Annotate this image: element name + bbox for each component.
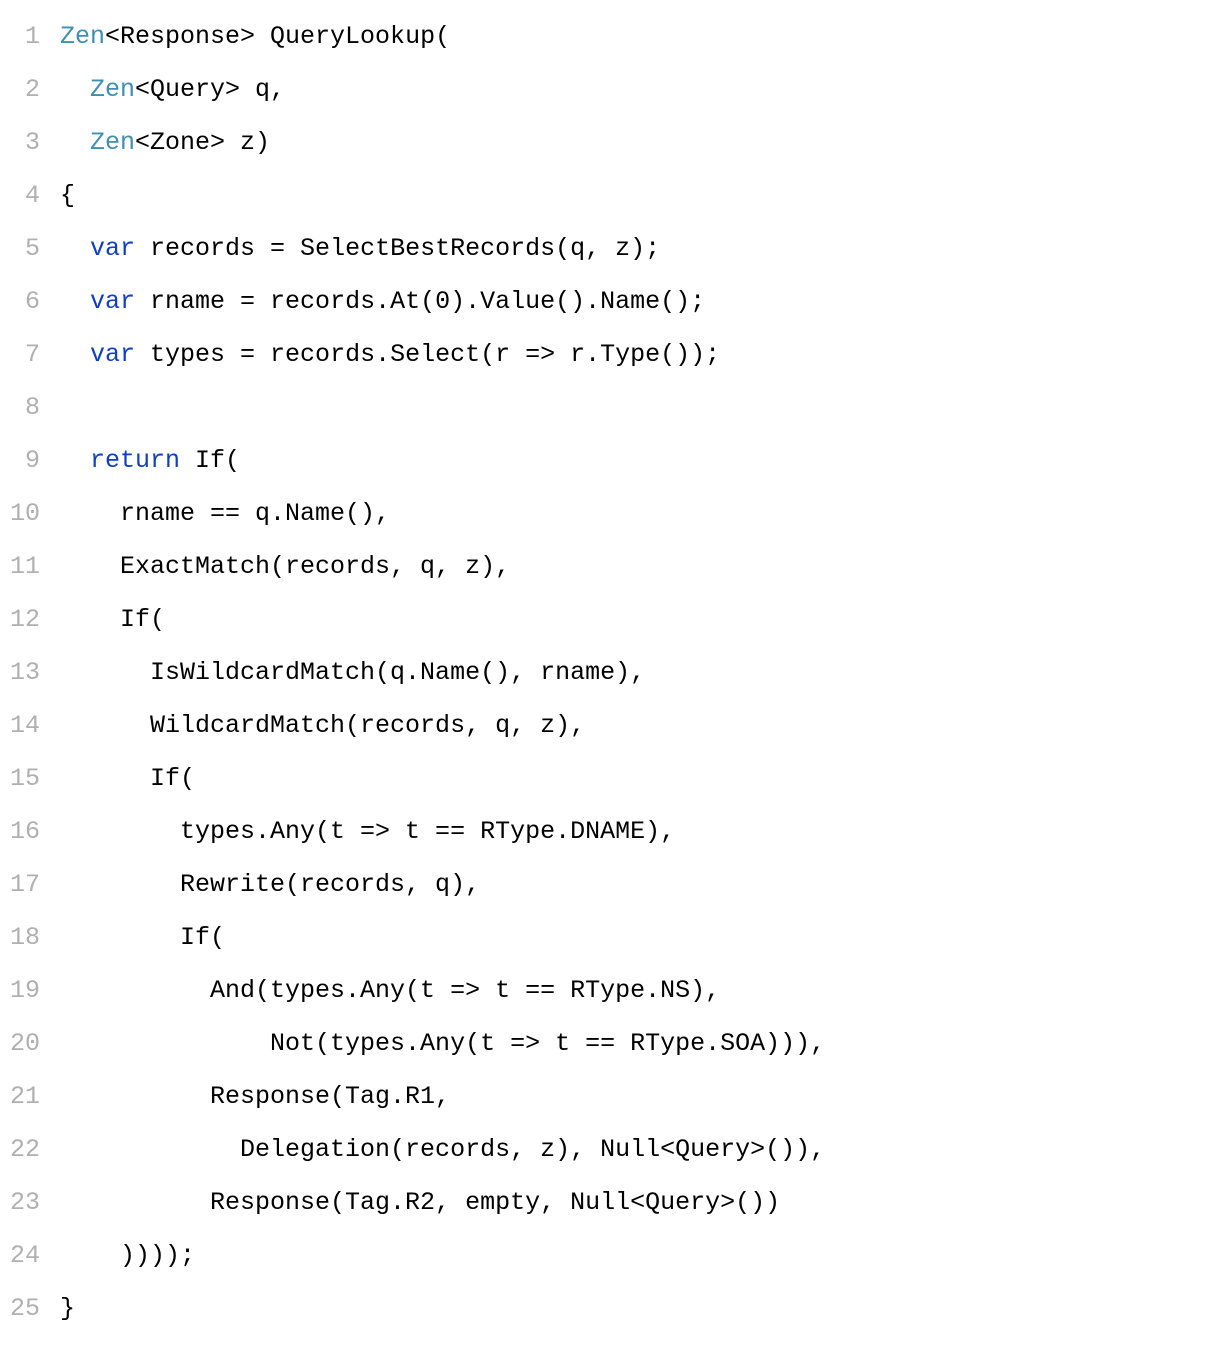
- token-plain: <Response> QueryLookup(: [105, 22, 450, 51]
- code-line: If(: [60, 752, 1219, 805]
- line-number: 14: [0, 699, 60, 752]
- line-number: 23: [0, 1176, 60, 1229]
- token-plain: [60, 340, 90, 369]
- code-line: Not(types.Any(t => t == RType.SOA))),: [60, 1017, 1219, 1070]
- line-number: 22: [0, 1123, 60, 1176]
- token-plain: records = SelectBestRecords(q, z);: [135, 234, 660, 263]
- code-line: ))));: [60, 1229, 1219, 1282]
- token-type-zen: Zen: [60, 22, 105, 51]
- code-line: Response(Tag.R2, empty, Null<Query>()): [60, 1176, 1219, 1229]
- line-number-gutter: 1234567891011121314151617181920212223242…: [0, 10, 60, 1335]
- code-line: [60, 381, 1219, 434]
- code-line: return If(: [60, 434, 1219, 487]
- line-number: 3: [0, 116, 60, 169]
- line-number: 16: [0, 805, 60, 858]
- line-number: 10: [0, 487, 60, 540]
- line-number: 12: [0, 593, 60, 646]
- code-line: If(: [60, 911, 1219, 964]
- line-number: 1: [0, 10, 60, 63]
- code-line: If(: [60, 593, 1219, 646]
- token-plain: Not(types.Any(t => t == RType.SOA))),: [60, 1029, 825, 1058]
- token-plain: ))));: [60, 1241, 195, 1270]
- token-plain: [60, 446, 90, 475]
- line-number: 9: [0, 434, 60, 487]
- code-line: IsWildcardMatch(q.Name(), rname),: [60, 646, 1219, 699]
- code-line: ExactMatch(records, q, z),: [60, 540, 1219, 593]
- token-plain: Response(Tag.R2, empty, Null<Query>()): [60, 1188, 780, 1217]
- line-number: 13: [0, 646, 60, 699]
- code-body: Zen<Response> QueryLookup( Zen<Query> q,…: [60, 10, 1219, 1335]
- code-line: rname == q.Name(),: [60, 487, 1219, 540]
- token-plain: WildcardMatch(records, q, z),: [60, 711, 585, 740]
- token-plain: And(types.Any(t => t == RType.NS),: [60, 976, 720, 1005]
- token-plain: <Query> q,: [135, 75, 285, 104]
- line-number: 20: [0, 1017, 60, 1070]
- token-plain: Response(Tag.R1,: [60, 1082, 450, 1111]
- code-line: Zen<Response> QueryLookup(: [60, 10, 1219, 63]
- code-line: Response(Tag.R1,: [60, 1070, 1219, 1123]
- token-plain: [60, 128, 90, 157]
- code-line: var types = records.Select(r => r.Type()…: [60, 328, 1219, 381]
- code-line: Delegation(records, z), Null<Query>()),: [60, 1123, 1219, 1176]
- line-number: 24: [0, 1229, 60, 1282]
- code-line: types.Any(t => t == RType.DNAME),: [60, 805, 1219, 858]
- code-line: var rname = records.At(0).Value().Name()…: [60, 275, 1219, 328]
- token-type-zen: Zen: [90, 75, 135, 104]
- code-line: Zen<Zone> z): [60, 116, 1219, 169]
- code-line: Rewrite(records, q),: [60, 858, 1219, 911]
- token-plain: If(: [60, 764, 195, 793]
- token-plain: [60, 234, 90, 263]
- token-plain: types = records.Select(r => r.Type());: [135, 340, 720, 369]
- code-line: And(types.Any(t => t == RType.NS),: [60, 964, 1219, 1017]
- token-plain: rname = records.At(0).Value().Name();: [135, 287, 705, 316]
- line-number: 2: [0, 63, 60, 116]
- token-plain: If(: [60, 923, 225, 952]
- token-plain: {: [60, 181, 75, 210]
- code-line: var records = SelectBestRecords(q, z);: [60, 222, 1219, 275]
- line-number: 6: [0, 275, 60, 328]
- token-kw: return: [90, 446, 180, 475]
- token-plain: Rewrite(records, q),: [60, 870, 480, 899]
- code-block: 1234567891011121314151617181920212223242…: [0, 0, 1219, 1345]
- line-number: 5: [0, 222, 60, 275]
- token-plain: If(: [60, 605, 165, 634]
- token-plain: ExactMatch(records, q, z),: [60, 552, 510, 581]
- token-plain: rname == q.Name(),: [60, 499, 390, 528]
- line-number: 4: [0, 169, 60, 222]
- token-type-zen: Zen: [90, 128, 135, 157]
- token-kw: var: [90, 340, 135, 369]
- token-kw: var: [90, 234, 135, 263]
- line-number: 18: [0, 911, 60, 964]
- token-plain: Delegation(records, z), Null<Query>()),: [60, 1135, 825, 1164]
- token-plain: [60, 287, 90, 316]
- line-number: 7: [0, 328, 60, 381]
- token-plain: [60, 75, 90, 104]
- token-plain: }: [60, 1294, 75, 1323]
- line-number: 17: [0, 858, 60, 911]
- code-line: Zen<Query> q,: [60, 63, 1219, 116]
- line-number: 21: [0, 1070, 60, 1123]
- line-number: 8: [0, 381, 60, 434]
- code-line: }: [60, 1282, 1219, 1335]
- token-plain: If(: [180, 446, 240, 475]
- line-number: 25: [0, 1282, 60, 1335]
- token-kw: var: [90, 287, 135, 316]
- token-plain: types.Any(t => t == RType.DNAME),: [60, 817, 675, 846]
- token-plain: IsWildcardMatch(q.Name(), rname),: [60, 658, 645, 687]
- code-line: {: [60, 169, 1219, 222]
- line-number: 11: [0, 540, 60, 593]
- token-plain: <Zone> z): [135, 128, 270, 157]
- line-number: 15: [0, 752, 60, 805]
- line-number: 19: [0, 964, 60, 1017]
- code-line: WildcardMatch(records, q, z),: [60, 699, 1219, 752]
